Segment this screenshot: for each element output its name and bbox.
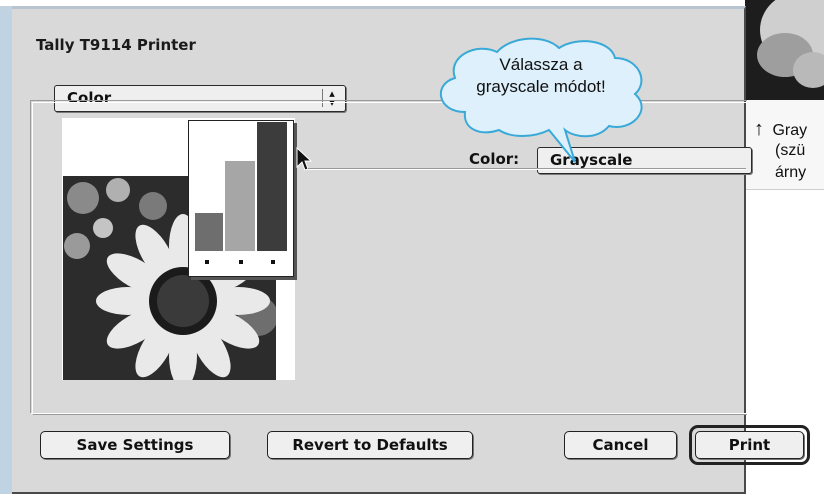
window-edge	[0, 6, 12, 494]
preview-bar-1	[195, 213, 223, 251]
preview-dot-1	[205, 260, 209, 264]
side-flower-photo	[745, 0, 824, 100]
preview-bar-chart	[188, 120, 294, 277]
save-settings-button[interactable]: Save Settings	[40, 431, 230, 459]
caption-line-3: árny	[775, 164, 807, 181]
preview-bar-3	[257, 122, 287, 251]
preview-bar-2	[225, 161, 255, 251]
callout-bubble: Válassza a grayscale módot!	[425, 34, 657, 163]
up-arrow-icon: ↑	[754, 118, 764, 140]
dialog-title: Tally T9114 Printer	[36, 36, 196, 54]
preview-dot-2	[239, 260, 243, 264]
print-button[interactable]: Print	[695, 431, 804, 459]
preview-dot-3	[271, 260, 275, 264]
caption-line-1: Gray	[772, 122, 808, 139]
caption-line-2: (szü	[775, 142, 806, 159]
callout-line-1: Válassza a	[499, 55, 583, 74]
side-caption: ↑ Gray (szü árny	[745, 100, 824, 190]
mouse-pointer-icon	[296, 146, 313, 177]
callout-line-2: grayscale módot!	[476, 77, 606, 96]
revert-to-defaults-button[interactable]: Revert to Defaults	[267, 431, 473, 459]
cancel-button[interactable]: Cancel	[564, 431, 677, 459]
